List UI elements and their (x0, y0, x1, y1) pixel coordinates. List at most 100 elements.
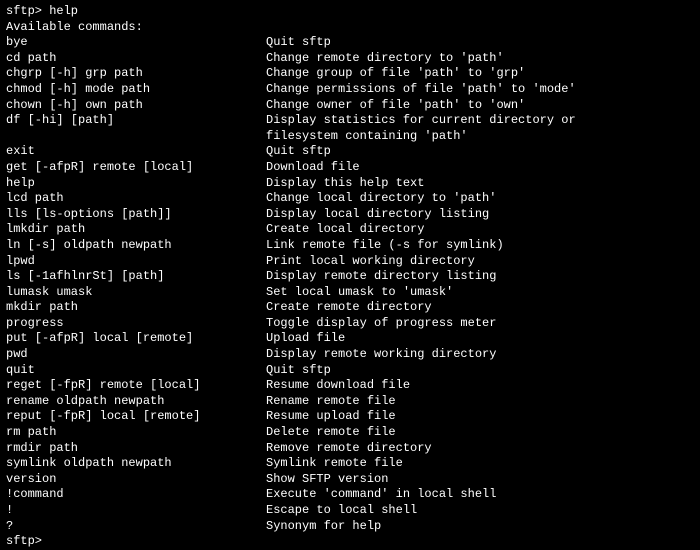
help-cmd: progress (6, 316, 266, 332)
help-cmd: ln [-s] oldpath newpath (6, 238, 266, 254)
help-desc: Change owner of file 'path' to 'own' (266, 98, 525, 114)
help-cmd: df [-hi] [path] (6, 113, 266, 129)
help-cmd: rmdir path (6, 441, 266, 457)
help-row: lpwdPrint local working directory (6, 254, 694, 270)
help-cmd: cd path (6, 51, 266, 67)
help-row: rename oldpath newpathRename remote file (6, 394, 694, 410)
help-cmd: bye (6, 35, 266, 51)
help-cmd: pwd (6, 347, 266, 363)
help-desc: Rename remote file (266, 394, 396, 410)
help-cmd: lmkdir path (6, 222, 266, 238)
help-cmd: ? (6, 519, 266, 535)
help-desc: Change group of file 'path' to 'grp' (266, 66, 525, 82)
help-row: chmod [-h] mode pathChange permissions o… (6, 82, 694, 98)
help-row: ln [-s] oldpath newpathLink remote file … (6, 238, 694, 254)
help-row: !Escape to local shell (6, 503, 694, 519)
help-row: ?Synonym for help (6, 519, 694, 535)
help-cmd: !command (6, 487, 266, 503)
help-desc: Symlink remote file (266, 456, 403, 472)
help-row: !commandExecute 'command' in local shell (6, 487, 694, 503)
help-row: lmkdir pathCreate local directory (6, 222, 694, 238)
help-row: rmdir pathRemove remote directory (6, 441, 694, 457)
help-desc: Print local working directory (266, 254, 475, 270)
help-row: lls [ls-options [path]]Display local dir… (6, 207, 694, 223)
help-row: reput [-fpR] local [remote]Resume upload… (6, 409, 694, 425)
help-desc: Upload file (266, 331, 345, 347)
help-cmd: reget [-fpR] remote [local] (6, 378, 266, 394)
help-cmd: lumask umask (6, 285, 266, 301)
help-cmd: chgrp [-h] grp path (6, 66, 266, 82)
help-row: filesystem containing 'path' (6, 129, 694, 145)
help-cmd: exit (6, 144, 266, 160)
help-row: helpDisplay this help text (6, 176, 694, 192)
help-row: exitQuit sftp (6, 144, 694, 160)
help-row: chgrp [-h] grp pathChange group of file … (6, 66, 694, 82)
help-row: lcd pathChange local directory to 'path' (6, 191, 694, 207)
help-desc: Quit sftp (266, 144, 331, 160)
help-row: versionShow SFTP version (6, 472, 694, 488)
help-desc: Escape to local shell (266, 503, 417, 519)
help-row: byeQuit sftp (6, 35, 694, 51)
terminal-output: sftp> helpAvailable commands:byeQuit sft… (6, 4, 694, 550)
help-cmd: lcd path (6, 191, 266, 207)
help-desc: Execute 'command' in local shell (266, 487, 496, 503)
help-row: progressToggle display of progress meter (6, 316, 694, 332)
help-desc: Change remote directory to 'path' (266, 51, 504, 67)
help-row: df [-hi] [path]Display statistics for cu… (6, 113, 694, 129)
help-cmd: chmod [-h] mode path (6, 82, 266, 98)
help-row: pwdDisplay remote working directory (6, 347, 694, 363)
help-cmd: symlink oldpath newpath (6, 456, 266, 472)
help-desc: Display this help text (266, 176, 424, 192)
help-cmd: rm path (6, 425, 266, 441)
help-desc: filesystem containing 'path' (266, 129, 468, 145)
help-desc: Display remote working directory (266, 347, 496, 363)
help-row: mkdir pathCreate remote directory (6, 300, 694, 316)
help-cmd: mkdir path (6, 300, 266, 316)
help-row: get [-afpR] remote [local]Download file (6, 160, 694, 176)
help-desc: Synonym for help (266, 519, 381, 535)
help-desc: Resume download file (266, 378, 410, 394)
help-desc: Delete remote file (266, 425, 396, 441)
help-desc: Link remote file (-s for symlink) (266, 238, 504, 254)
help-cmd: version (6, 472, 266, 488)
help-desc: Create local directory (266, 222, 424, 238)
help-cmd (6, 129, 266, 145)
help-desc: Show SFTP version (266, 472, 388, 488)
help-desc: Set local umask to 'umask' (266, 285, 453, 301)
help-cmd: rename oldpath newpath (6, 394, 266, 410)
help-desc: Quit sftp (266, 35, 331, 51)
help-row: cd pathChange remote directory to 'path' (6, 51, 694, 67)
help-row: chown [-h] own pathChange owner of file … (6, 98, 694, 114)
prompt-help: sftp> help (6, 4, 694, 20)
help-desc: Quit sftp (266, 363, 331, 379)
help-desc: Display remote directory listing (266, 269, 496, 285)
prompt-ready[interactable]: sftp> (6, 534, 694, 550)
help-cmd: quit (6, 363, 266, 379)
help-cmd: lpwd (6, 254, 266, 270)
available-commands-header: Available commands: (6, 20, 694, 36)
help-cmd: reput [-fpR] local [remote] (6, 409, 266, 425)
help-row: ls [-1afhlnrSt] [path]Display remote dir… (6, 269, 694, 285)
help-desc: Change permissions of file 'path' to 'mo… (266, 82, 576, 98)
help-cmd: help (6, 176, 266, 192)
help-desc: Remove remote directory (266, 441, 432, 457)
help-desc: Create remote directory (266, 300, 432, 316)
help-cmd: ls [-1afhlnrSt] [path] (6, 269, 266, 285)
help-desc: Display local directory listing (266, 207, 489, 223)
help-desc: Download file (266, 160, 360, 176)
help-desc: Resume upload file (266, 409, 396, 425)
help-cmd: put [-afpR] local [remote] (6, 331, 266, 347)
help-desc: Change local directory to 'path' (266, 191, 496, 207)
help-desc: Toggle display of progress meter (266, 316, 496, 332)
help-row: lumask umaskSet local umask to 'umask' (6, 285, 694, 301)
help-cmd: get [-afpR] remote [local] (6, 160, 266, 176)
help-cmd: lls [ls-options [path]] (6, 207, 266, 223)
help-desc: Display statistics for current directory… (266, 113, 576, 129)
help-row: quitQuit sftp (6, 363, 694, 379)
help-row: rm pathDelete remote file (6, 425, 694, 441)
help-cmd: ! (6, 503, 266, 519)
help-cmd: chown [-h] own path (6, 98, 266, 114)
help-row: put [-afpR] local [remote]Upload file (6, 331, 694, 347)
help-row: reget [-fpR] remote [local]Resume downlo… (6, 378, 694, 394)
help-row: symlink oldpath newpathSymlink remote fi… (6, 456, 694, 472)
